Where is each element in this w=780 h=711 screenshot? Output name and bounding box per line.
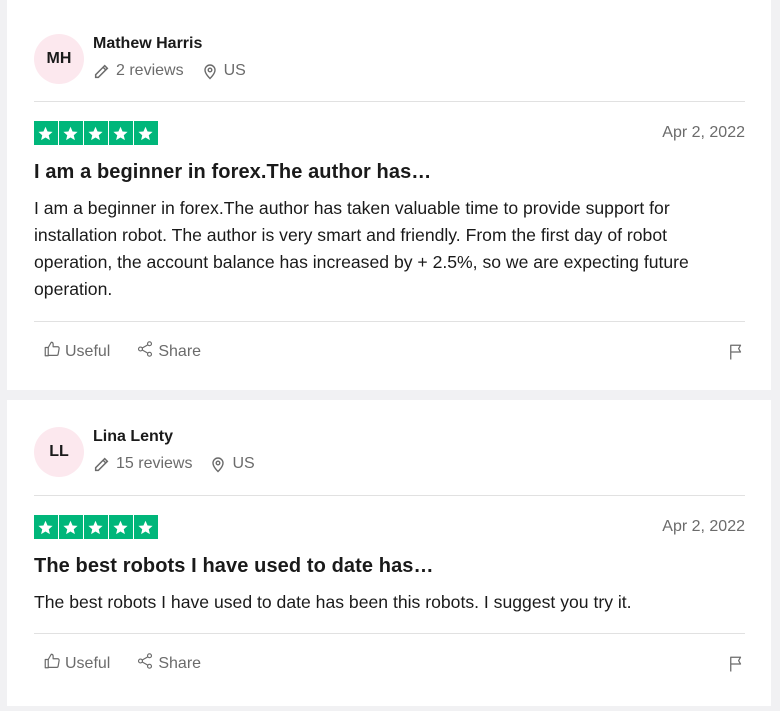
share-button[interactable]: Share	[136, 652, 201, 675]
star-icon	[134, 121, 158, 145]
reviews-count: 2 reviews	[116, 62, 184, 79]
thumbs-up-icon	[43, 652, 65, 675]
star-rating	[34, 121, 158, 145]
star-icon	[84, 121, 108, 145]
review-date: Apr 2, 2022	[662, 124, 745, 141]
useful-label: Useful	[65, 654, 111, 672]
review-card: MH Mathew Harris 2 reviews US Apr 2, 202…	[7, 0, 771, 390]
star-rating	[34, 515, 158, 539]
reviewer-meta: 15 reviews US	[93, 455, 255, 473]
review-date: Apr 2, 2022	[662, 518, 745, 535]
reviewer-country: US	[223, 62, 246, 79]
share-label: Share	[158, 654, 202, 672]
location-pin-icon	[210, 456, 226, 473]
useful-label: Useful	[65, 342, 111, 360]
location-pin-icon	[202, 63, 218, 80]
star-icon	[109, 515, 133, 539]
divider	[34, 495, 745, 496]
star-icon	[34, 121, 58, 145]
review-body: The best robots I have used to date has …	[34, 592, 632, 612]
reviews-count: 15 reviews	[116, 455, 193, 472]
reviewer-meta: 2 reviews US	[93, 62, 246, 80]
avatar[interactable]: MH	[34, 34, 84, 84]
rating-row: Apr 2, 2022	[34, 121, 745, 145]
share-label: Share	[158, 342, 202, 360]
reviewer-header: LL Lina Lenty 15 reviews US	[34, 400, 745, 495]
star-icon	[59, 121, 83, 145]
reviewer-header: MH Mathew Harris 2 reviews US	[34, 0, 745, 101]
pencil-icon	[93, 456, 110, 473]
star-icon	[84, 515, 108, 539]
review-title[interactable]: I am a beginner in forex.The author has…	[34, 161, 745, 184]
reviewer-name[interactable]: Lina Lenty	[93, 428, 255, 446]
share-icon	[136, 652, 158, 675]
review-title[interactable]: The best robots I have used to date has…	[34, 555, 745, 578]
star-icon	[134, 515, 158, 539]
reviewer-info: Mathew Harris 2 reviews US	[93, 34, 246, 80]
reviewer-info: Lina Lenty 15 reviews US	[93, 427, 255, 473]
review-body: I am a beginner in forex.The author has …	[34, 198, 689, 299]
useful-button[interactable]: Useful	[43, 340, 110, 363]
review-card: LL Lina Lenty 15 reviews US Apr 2, 2022 …	[7, 400, 771, 706]
flag-icon[interactable]	[727, 655, 745, 678]
avatar[interactable]: LL	[34, 427, 84, 477]
share-icon	[136, 340, 158, 363]
star-icon	[59, 515, 83, 539]
pencil-icon	[93, 63, 110, 80]
useful-button[interactable]: Useful	[43, 652, 110, 675]
star-icon	[34, 515, 58, 539]
rating-row: Apr 2, 2022	[34, 515, 745, 539]
share-button[interactable]: Share	[136, 340, 201, 363]
star-icon	[109, 121, 133, 145]
review-actions: Useful Share	[34, 322, 745, 381]
reviewer-country: US	[232, 455, 255, 472]
divider	[34, 101, 745, 102]
thumbs-up-icon	[43, 340, 65, 363]
reviewer-name[interactable]: Mathew Harris	[93, 35, 246, 53]
flag-icon[interactable]	[727, 343, 745, 366]
review-actions: Useful Share	[34, 634, 745, 693]
